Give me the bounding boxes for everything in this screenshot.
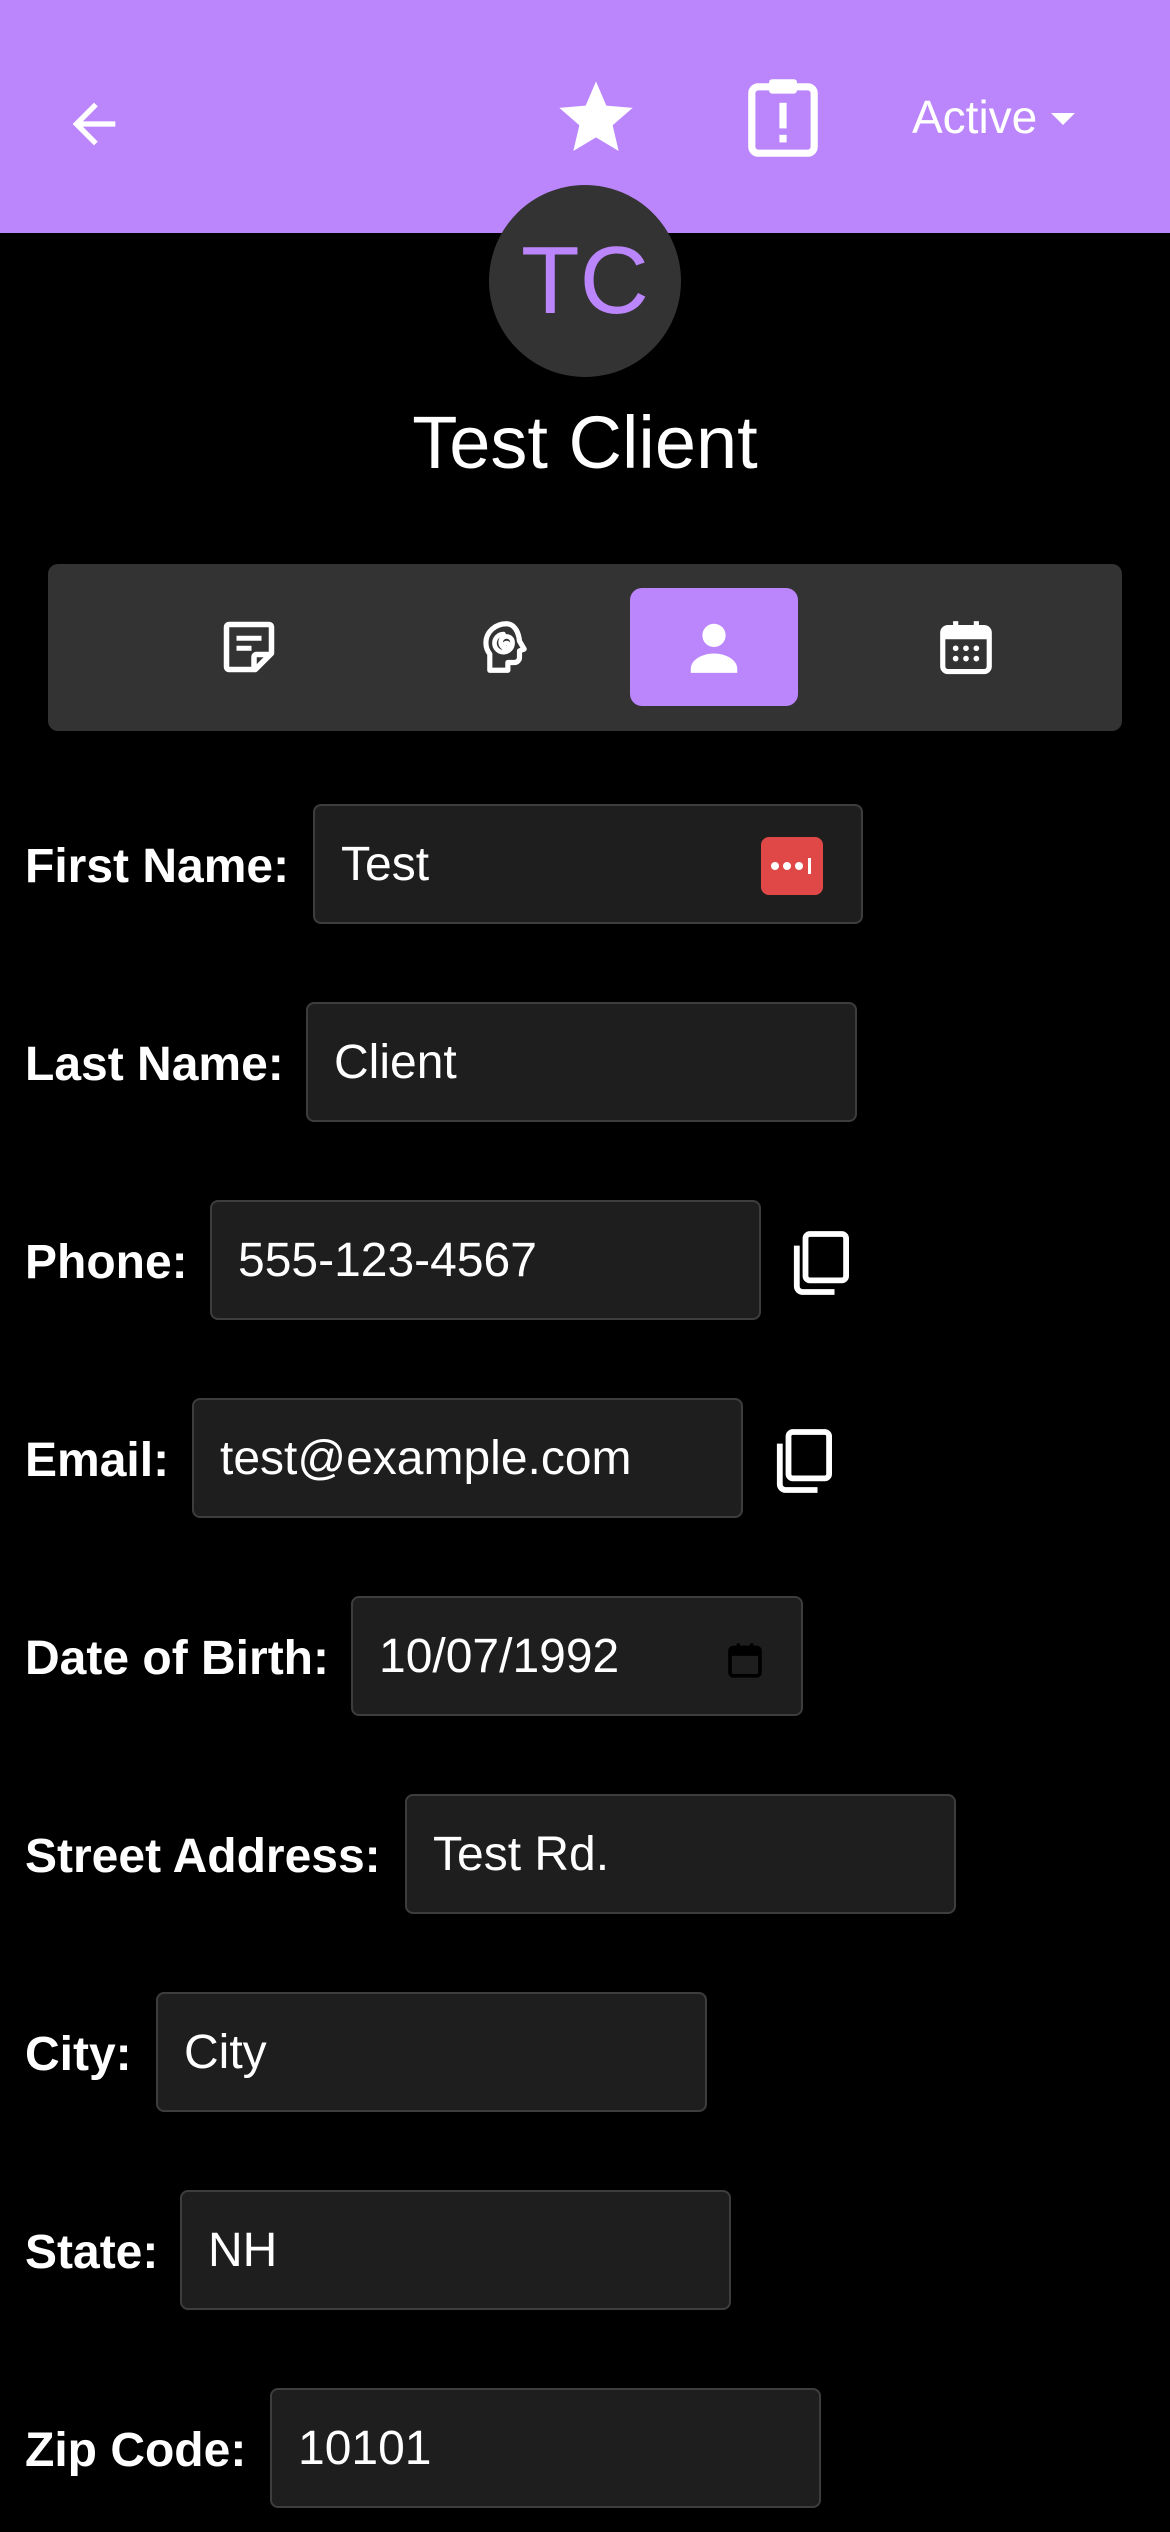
tab-profile[interactable] xyxy=(630,588,798,706)
city-value: City xyxy=(184,2025,267,2079)
state-field[interactable]: NH xyxy=(180,2190,731,2310)
tab-appointments[interactable] xyxy=(882,588,1050,706)
tab-mental-health[interactable] xyxy=(420,588,588,706)
first-name-field[interactable]: Test xyxy=(313,804,863,924)
phone-row: Phone: xyxy=(25,1200,188,1324)
chevron-down-icon xyxy=(1051,113,1076,125)
tab-notes[interactable] xyxy=(165,588,333,706)
last-name-field[interactable]: Client xyxy=(306,1002,857,1122)
state-label: State: xyxy=(25,2225,159,2279)
arrow-left-icon xyxy=(72,102,116,146)
email-value: test@example.com xyxy=(220,1431,632,1485)
note-icon xyxy=(223,621,275,673)
city-label: City: xyxy=(25,2027,132,2081)
zip-row: Zip Code: xyxy=(25,2388,246,2512)
zip-field[interactable]: 10101 xyxy=(270,2388,821,2508)
first-name-value: Test xyxy=(341,837,430,891)
password-manager-icon[interactable] xyxy=(761,837,823,895)
last-name-row: Last Name: xyxy=(25,1002,284,1126)
copy-phone-button[interactable] xyxy=(788,1228,852,1298)
calendar-icon xyxy=(940,621,992,675)
copy-icon xyxy=(776,1429,832,1493)
dob-field[interactable]: 10/07/1992 xyxy=(351,1596,803,1716)
phone-value: 555-123-4567 xyxy=(238,1233,537,1287)
dob-row: Date of Birth: xyxy=(25,1596,329,1720)
clipboard-button[interactable] xyxy=(740,70,826,166)
dob-label: Date of Birth: xyxy=(25,1631,329,1685)
street-field[interactable]: Test Rd. xyxy=(405,1794,956,1914)
avatar: TC xyxy=(489,185,681,377)
head-spiral-icon xyxy=(483,621,527,673)
last-name-value: Client xyxy=(334,1035,457,1089)
zip-value: 10101 xyxy=(298,2421,432,2475)
zip-label: Zip Code: xyxy=(25,2423,247,2477)
phone-label: Phone: xyxy=(25,1235,188,1289)
calendar-picker-icon[interactable] xyxy=(725,1640,765,1680)
first-name-label: First Name: xyxy=(25,839,290,893)
city-row: City: xyxy=(25,1992,132,2116)
client-name: Test Client xyxy=(412,401,758,484)
tab-bar xyxy=(48,564,1122,731)
status-dropdown[interactable]: Active xyxy=(912,82,1076,152)
copy-email-button[interactable] xyxy=(771,1426,835,1496)
email-row: Email: xyxy=(25,1398,169,1522)
dots-icon xyxy=(771,858,811,874)
status-dropdown-label: Active xyxy=(912,91,1038,143)
street-row: Street Address: xyxy=(25,1794,381,1918)
phone-field[interactable]: 555-123-4567 xyxy=(210,1200,761,1320)
dob-value: 10/07/1992 xyxy=(379,1629,620,1683)
person-icon xyxy=(690,623,738,673)
first-name-row: First Name: xyxy=(25,804,289,928)
star-icon xyxy=(559,81,633,151)
clipboard-alert-icon xyxy=(748,79,818,157)
state-value: NH xyxy=(208,2223,278,2277)
city-field[interactable]: City xyxy=(156,1992,707,2112)
back-button[interactable] xyxy=(52,82,136,166)
street-label: Street Address: xyxy=(25,1829,381,1883)
email-field[interactable]: test@example.com xyxy=(192,1398,743,1518)
email-label: Email: xyxy=(25,1433,170,1487)
copy-icon xyxy=(793,1231,849,1295)
last-name-label: Last Name: xyxy=(25,1037,284,1091)
favorite-button[interactable] xyxy=(550,72,642,164)
state-row: State: xyxy=(25,2190,158,2314)
street-value: Test Rd. xyxy=(433,1827,610,1881)
